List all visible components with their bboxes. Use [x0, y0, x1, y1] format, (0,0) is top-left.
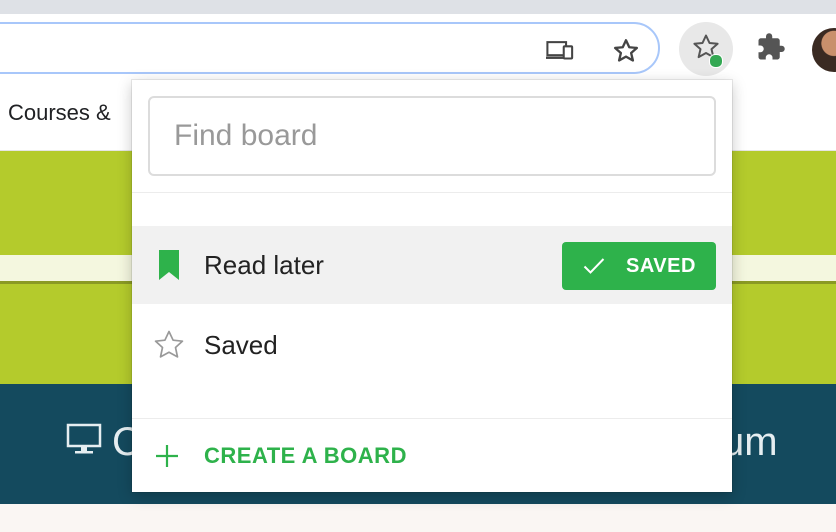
extension-saved-badge-icon [709, 54, 723, 68]
device-cast-icon[interactable] [546, 38, 574, 64]
star-outline-icon [152, 328, 186, 362]
board-item-saved[interactable]: Saved [132, 306, 732, 384]
extension-star-button[interactable] [679, 22, 733, 76]
page-content-area [0, 504, 836, 532]
create-board-label: CREATE A BOARD [204, 443, 407, 468]
page-nav-left: C [66, 420, 141, 465]
saved-status-button[interactable]: SAVED [562, 242, 716, 290]
plus-icon [152, 441, 182, 471]
bookmark-ribbon-icon [152, 248, 186, 282]
saved-status-label: SAVED [626, 254, 696, 277]
divider [132, 418, 732, 419]
find-board-input[interactable] [148, 96, 716, 176]
bookmark-courses[interactable]: Courses & [8, 100, 111, 126]
extensions-puzzle-icon [756, 32, 786, 67]
bookmark-star-icon[interactable] [612, 38, 640, 64]
tab-strip [0, 0, 836, 14]
extensions-button[interactable] [744, 22, 798, 76]
board-label: Read later [204, 249, 324, 280]
screen: Courses & C um Read later [0, 0, 836, 532]
board-item-read-later[interactable]: Read later SAVED [132, 226, 732, 304]
board-label: Saved [204, 329, 278, 360]
create-board-button[interactable]: CREATE A BOARD [132, 420, 732, 492]
monitor-icon [66, 420, 102, 465]
address-bar[interactable] [0, 22, 660, 74]
checkmark-icon [582, 254, 606, 278]
divider [132, 192, 732, 193]
save-to-board-popup: Read later SAVED Saved [132, 80, 732, 492]
